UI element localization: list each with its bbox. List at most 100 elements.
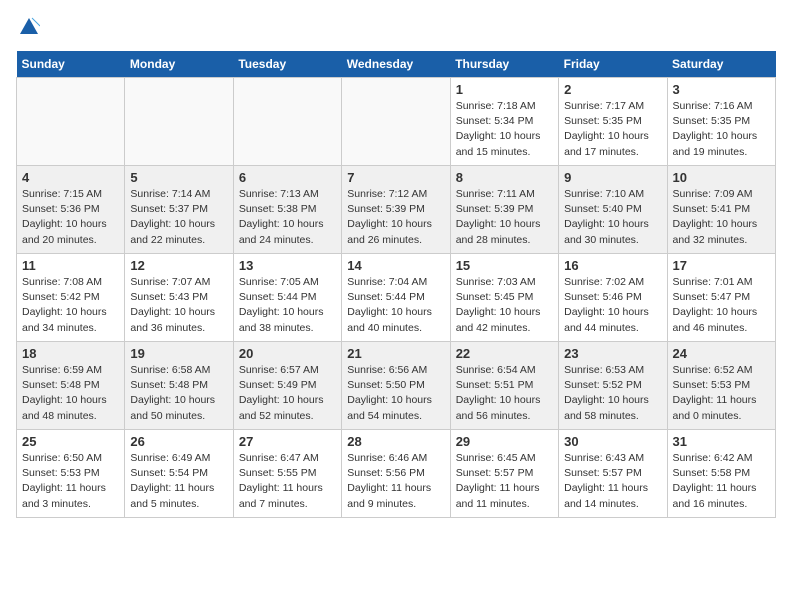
- calendar-cell: 30 Sunrise: 6:43 AMSunset: 5:57 PMDayligh…: [559, 430, 667, 518]
- week-row-2: 4 Sunrise: 7:15 AMSunset: 5:36 PMDaylight…: [17, 166, 776, 254]
- calendar-cell: 2 Sunrise: 7:17 AMSunset: 5:35 PMDaylight…: [559, 78, 667, 166]
- calendar-cell: [342, 78, 450, 166]
- day-number: 29: [456, 434, 553, 449]
- calendar-cell: 21 Sunrise: 6:56 AMSunset: 5:50 PMDayligh…: [342, 342, 450, 430]
- day-number: 22: [456, 346, 553, 361]
- day-info: Sunrise: 7:15 AMSunset: 5:36 PMDaylight:…: [22, 187, 119, 248]
- logo: [16, 16, 40, 43]
- day-number: 13: [239, 258, 336, 273]
- day-info: Sunrise: 6:49 AMSunset: 5:54 PMDaylight:…: [130, 451, 227, 512]
- day-info: Sunrise: 6:43 AMSunset: 5:57 PMDaylight:…: [564, 451, 661, 512]
- day-info: Sunrise: 6:45 AMSunset: 5:57 PMDaylight:…: [456, 451, 553, 512]
- day-number: 30: [564, 434, 661, 449]
- day-info: Sunrise: 7:14 AMSunset: 5:37 PMDaylight:…: [130, 187, 227, 248]
- day-number: 20: [239, 346, 336, 361]
- day-info: Sunrise: 7:10 AMSunset: 5:40 PMDaylight:…: [564, 187, 661, 248]
- calendar-cell: 9 Sunrise: 7:10 AMSunset: 5:40 PMDaylight…: [559, 166, 667, 254]
- calendar-cell: 22 Sunrise: 6:54 AMSunset: 5:51 PMDayligh…: [450, 342, 558, 430]
- day-number: 12: [130, 258, 227, 273]
- calendar-cell: 18 Sunrise: 6:59 AMSunset: 5:48 PMDayligh…: [17, 342, 125, 430]
- calendar-cell: 11 Sunrise: 7:08 AMSunset: 5:42 PMDayligh…: [17, 254, 125, 342]
- day-number: 23: [564, 346, 661, 361]
- calendar-cell: 6 Sunrise: 7:13 AMSunset: 5:38 PMDaylight…: [233, 166, 341, 254]
- day-info: Sunrise: 6:47 AMSunset: 5:55 PMDaylight:…: [239, 451, 336, 512]
- calendar-cell: [17, 78, 125, 166]
- calendar-cell: 8 Sunrise: 7:11 AMSunset: 5:39 PMDaylight…: [450, 166, 558, 254]
- day-number: 4: [22, 170, 119, 185]
- day-number: 7: [347, 170, 444, 185]
- day-number: 31: [673, 434, 770, 449]
- day-info: Sunrise: 6:50 AMSunset: 5:53 PMDaylight:…: [22, 451, 119, 512]
- day-number: 3: [673, 82, 770, 97]
- calendar-cell: 31Sunrise: 6:42 AMSunset: 5:58 PMDayligh…: [667, 430, 775, 518]
- week-row-3: 11 Sunrise: 7:08 AMSunset: 5:42 PMDayligh…: [17, 254, 776, 342]
- calendar-cell: [233, 78, 341, 166]
- calendar-cell: 3 Sunrise: 7:16 AMSunset: 5:35 PMDaylight…: [667, 78, 775, 166]
- calendar-cell: 13Sunrise: 7:05 AMSunset: 5:44 PMDayligh…: [233, 254, 341, 342]
- day-number: 9: [564, 170, 661, 185]
- calendar-cell: 20 Sunrise: 6:57 AMSunset: 5:49 PMDayligh…: [233, 342, 341, 430]
- calendar-cell: 16 Sunrise: 7:02 AMSunset: 5:46 PMDayligh…: [559, 254, 667, 342]
- day-number: 5: [130, 170, 227, 185]
- day-info: Sunrise: 7:12 AMSunset: 5:39 PMDaylight:…: [347, 187, 444, 248]
- day-header-friday: Friday: [559, 51, 667, 78]
- calendar-cell: 12Sunrise: 7:07 AMSunset: 5:43 PMDayligh…: [125, 254, 233, 342]
- day-number: 2: [564, 82, 661, 97]
- day-info: Sunrise: 7:16 AMSunset: 5:35 PMDaylight:…: [673, 99, 770, 160]
- calendar-cell: 26 Sunrise: 6:49 AMSunset: 5:54 PMDayligh…: [125, 430, 233, 518]
- day-header-wednesday: Wednesday: [342, 51, 450, 78]
- day-info: Sunrise: 6:54 AMSunset: 5:51 PMDaylight:…: [456, 363, 553, 424]
- day-number: 24: [673, 346, 770, 361]
- day-number: 14: [347, 258, 444, 273]
- day-number: 19: [130, 346, 227, 361]
- day-number: 11: [22, 258, 119, 273]
- calendar-cell: 23Sunrise: 6:53 AMSunset: 5:52 PMDayligh…: [559, 342, 667, 430]
- day-number: 26: [130, 434, 227, 449]
- day-number: 25: [22, 434, 119, 449]
- day-info: Sunrise: 7:03 AMSunset: 5:45 PMDaylight:…: [456, 275, 553, 336]
- day-number: 16: [564, 258, 661, 273]
- week-row-4: 18 Sunrise: 6:59 AMSunset: 5:48 PMDayligh…: [17, 342, 776, 430]
- day-info: Sunrise: 6:52 AMSunset: 5:53 PMDaylight:…: [673, 363, 770, 424]
- day-header-thursday: Thursday: [450, 51, 558, 78]
- logo-icon: [18, 16, 40, 38]
- calendar-cell: 25 Sunrise: 6:50 AMSunset: 5:53 PMDayligh…: [17, 430, 125, 518]
- day-number: 10: [673, 170, 770, 185]
- day-number: 27: [239, 434, 336, 449]
- calendar-cell: 5 Sunrise: 7:14 AMSunset: 5:37 PMDaylight…: [125, 166, 233, 254]
- calendar-table: SundayMondayTuesdayWednesdayThursdayFrid…: [16, 51, 776, 518]
- calendar-cell: 14 Sunrise: 7:04 AMSunset: 5:44 PMDayligh…: [342, 254, 450, 342]
- calendar-header-row: SundayMondayTuesdayWednesdayThursdayFrid…: [17, 51, 776, 78]
- day-info: Sunrise: 7:02 AMSunset: 5:46 PMDaylight:…: [564, 275, 661, 336]
- day-number: 17: [673, 258, 770, 273]
- day-info: Sunrise: 7:04 AMSunset: 5:44 PMDaylight:…: [347, 275, 444, 336]
- day-number: 28: [347, 434, 444, 449]
- day-header-sunday: Sunday: [17, 51, 125, 78]
- day-info: Sunrise: 6:58 AMSunset: 5:48 PMDaylight:…: [130, 363, 227, 424]
- day-number: 6: [239, 170, 336, 185]
- day-number: 18: [22, 346, 119, 361]
- day-info: Sunrise: 7:13 AMSunset: 5:38 PMDaylight:…: [239, 187, 336, 248]
- day-header-saturday: Saturday: [667, 51, 775, 78]
- day-info: Sunrise: 7:17 AMSunset: 5:35 PMDaylight:…: [564, 99, 661, 160]
- calendar-cell: [125, 78, 233, 166]
- day-info: Sunrise: 7:01 AMSunset: 5:47 PMDaylight:…: [673, 275, 770, 336]
- day-info: Sunrise: 6:59 AMSunset: 5:48 PMDaylight:…: [22, 363, 119, 424]
- calendar-cell: 27 Sunrise: 6:47 AMSunset: 5:55 PMDayligh…: [233, 430, 341, 518]
- day-info: Sunrise: 6:56 AMSunset: 5:50 PMDaylight:…: [347, 363, 444, 424]
- week-row-5: 25 Sunrise: 6:50 AMSunset: 5:53 PMDayligh…: [17, 430, 776, 518]
- calendar-cell: 4 Sunrise: 7:15 AMSunset: 5:36 PMDaylight…: [17, 166, 125, 254]
- calendar-cell: 1Sunrise: 7:18 AMSunset: 5:34 PMDaylight…: [450, 78, 558, 166]
- day-info: Sunrise: 7:08 AMSunset: 5:42 PMDaylight:…: [22, 275, 119, 336]
- calendar-cell: 28Sunrise: 6:46 AMSunset: 5:56 PMDayligh…: [342, 430, 450, 518]
- day-info: Sunrise: 6:57 AMSunset: 5:49 PMDaylight:…: [239, 363, 336, 424]
- calendar-cell: 29 Sunrise: 6:45 AMSunset: 5:57 PMDayligh…: [450, 430, 558, 518]
- calendar-cell: 19 Sunrise: 6:58 AMSunset: 5:48 PMDayligh…: [125, 342, 233, 430]
- day-header-tuesday: Tuesday: [233, 51, 341, 78]
- day-number: 21: [347, 346, 444, 361]
- calendar-cell: 10Sunrise: 7:09 AMSunset: 5:41 PMDayligh…: [667, 166, 775, 254]
- day-number: 8: [456, 170, 553, 185]
- day-info: Sunrise: 7:11 AMSunset: 5:39 PMDaylight:…: [456, 187, 553, 248]
- calendar-cell: 15Sunrise: 7:03 AMSunset: 5:45 PMDayligh…: [450, 254, 558, 342]
- day-info: Sunrise: 7:18 AMSunset: 5:34 PMDaylight:…: [456, 99, 553, 160]
